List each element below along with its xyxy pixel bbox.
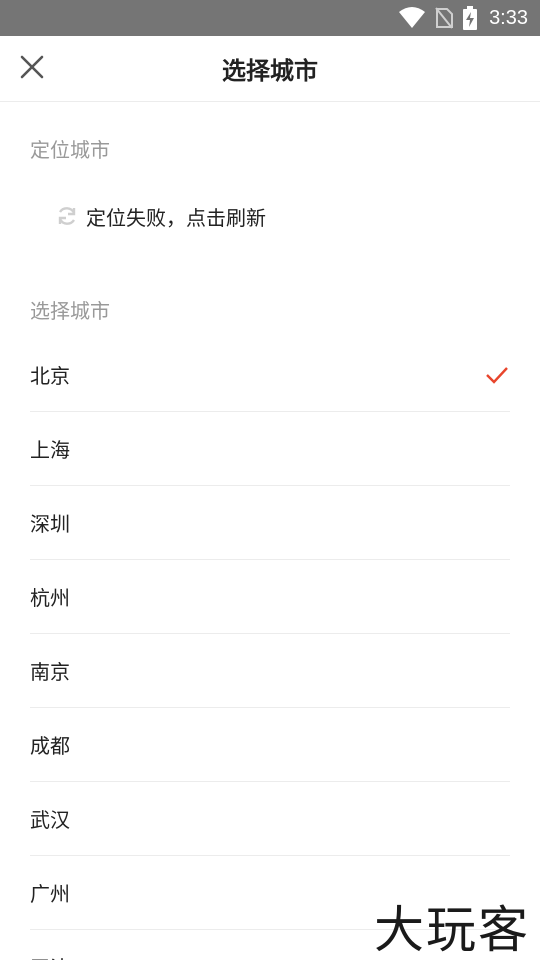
city-list: 北京 上海 深圳 杭州 南京 成都 武汉 广州 天津 <box>30 338 510 960</box>
city-name: 北京 <box>30 364 70 388</box>
battery-charging-icon <box>463 6 478 30</box>
watermark-logo: 大玩客 <box>374 901 530 959</box>
close-icon <box>20 55 44 83</box>
city-name: 武汉 <box>30 808 70 832</box>
city-item-chengdu[interactable]: 成都 <box>30 708 510 782</box>
page-title: 选择城市 <box>222 57 318 85</box>
locate-status-text: 定位失败，点击刷新 <box>86 205 266 230</box>
city-name: 成都 <box>30 734 70 758</box>
city-name: 天津 <box>30 952 70 960</box>
city-name: 广州 <box>30 882 70 906</box>
city-item-shenzhen[interactable]: 深圳 <box>30 486 510 560</box>
select-section-label: 选择城市 <box>30 299 110 323</box>
wifi-icon <box>399 7 426 29</box>
city-item-beijing[interactable]: 北京 <box>30 338 510 412</box>
check-icon <box>484 362 510 388</box>
city-item-nanjing[interactable]: 南京 <box>30 634 510 708</box>
refresh-icon <box>56 205 78 227</box>
city-item-wuhan[interactable]: 武汉 <box>30 782 510 856</box>
refresh-location-button[interactable]: 定位失败，点击刷新 <box>56 200 266 232</box>
city-item-shanghai[interactable]: 上海 <box>30 412 510 486</box>
city-name: 南京 <box>30 660 70 684</box>
city-item-hangzhou[interactable]: 杭州 <box>30 560 510 634</box>
no-sim-icon <box>435 7 454 29</box>
locate-section-label: 定位城市 <box>30 138 110 162</box>
status-time: 3:33 <box>489 6 528 29</box>
city-name: 杭州 <box>30 586 70 610</box>
header-bar: 选择城市 <box>0 36 540 102</box>
status-bar: 3:33 <box>0 0 540 36</box>
city-name: 上海 <box>30 438 70 462</box>
city-name: 深圳 <box>30 512 70 536</box>
close-button[interactable] <box>14 51 50 87</box>
